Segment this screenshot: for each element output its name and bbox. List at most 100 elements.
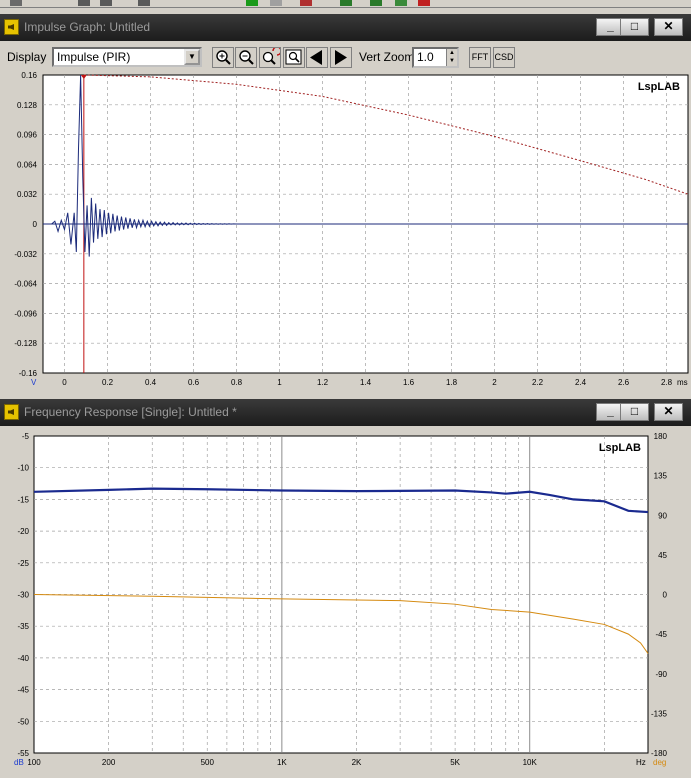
- y2-tick-label: -90: [655, 670, 667, 679]
- y-tick-label: 0.16: [21, 71, 37, 80]
- close-button[interactable]: ✕: [654, 403, 683, 421]
- x-tick-label: 0.6: [188, 378, 200, 387]
- y2-tick-label: -180: [651, 749, 668, 758]
- frequency-chart[interactable]: 100 200 500 1K 2K 5K 10K -5 -10 -15 -20 -25 -30 -35 -4…: [0, 426, 691, 778]
- y-tick-label: -0.032: [14, 250, 37, 259]
- vert-zoom-value: 1.0: [417, 50, 434, 64]
- x-tick-label: 2.8: [661, 378, 673, 387]
- maximize-button[interactable]: □: [620, 18, 649, 36]
- speaker-icon: [4, 19, 19, 35]
- impulse-title: Impulse Graph: Untitled: [24, 20, 151, 34]
- x-tick-label: 1.2: [317, 378, 329, 387]
- y-tick-label: -50: [17, 717, 29, 726]
- y-axis-unit-label: V: [31, 378, 37, 387]
- spin-up-down-icon[interactable]: ▲ ▼: [446, 49, 457, 66]
- x-tick-label: 1K: [277, 758, 287, 767]
- y2-axis-unit-label: deg: [653, 758, 666, 767]
- watermark-label: LspLAB: [599, 442, 641, 454]
- arrow-left-icon: [310, 50, 322, 65]
- zoom-fit-icon: [285, 49, 302, 65]
- x-tick-label: 1.8: [446, 378, 458, 387]
- speaker-icon: [4, 404, 19, 420]
- x-tick-label: 2: [492, 378, 497, 387]
- zoom-fit-button[interactable]: [283, 47, 305, 68]
- close-button[interactable]: ✕: [654, 18, 683, 36]
- top-toolbar-strip: [0, 0, 691, 8]
- y-tick-label: -0.096: [14, 309, 37, 318]
- y-tick-label: -35: [17, 622, 29, 631]
- toolbar-icon[interactable]: [395, 0, 407, 6]
- x-tick-label: 1: [277, 378, 282, 387]
- frequency-titlebar[interactable]: Frequency Response [Single]: Untitled * …: [0, 399, 691, 426]
- csd-button[interactable]: CSD: [493, 47, 515, 68]
- scroll-right-button[interactable]: [330, 47, 352, 68]
- y2-tick-label: 135: [654, 472, 668, 481]
- vert-zoom-input[interactable]: 1.0 ▲ ▼: [412, 47, 459, 68]
- y-tick-label: -55: [17, 749, 29, 758]
- zoom-in-icon: [216, 50, 231, 65]
- y-tick-label: -0.16: [19, 369, 38, 378]
- y-tick-label: -5: [22, 432, 30, 441]
- y-tick-label: 0: [33, 220, 38, 229]
- display-label: Display: [7, 50, 47, 64]
- y2-tick-label: -135: [651, 709, 668, 718]
- y-tick-label: 0.032: [17, 190, 38, 199]
- y2-tick-label: 45: [658, 551, 667, 560]
- y2-tick-label: 180: [654, 432, 668, 441]
- impulse-titlebar[interactable]: Impulse Graph: Untitled _ □ ✕: [0, 14, 691, 41]
- toolbar-icon[interactable]: [78, 0, 90, 6]
- y-tick-label: -20: [17, 527, 29, 536]
- x-tick-label: 0.2: [102, 378, 114, 387]
- toolbar-icon[interactable]: [138, 0, 150, 6]
- zoom-out-button[interactable]: [235, 47, 257, 68]
- arrow-right-icon: [335, 50, 347, 65]
- record-icon[interactable]: [418, 0, 430, 6]
- y-axis-unit-label: dB: [14, 758, 24, 767]
- watermark-label: LspLAB: [638, 81, 680, 93]
- play-icon[interactable]: [246, 0, 258, 6]
- x-tick-label: 1.6: [403, 378, 415, 387]
- toolbar-icon[interactable]: [100, 0, 112, 6]
- y2-tick-label: 90: [658, 511, 667, 520]
- y2-tick-label: 0: [663, 591, 668, 600]
- x-tick-label: 100: [27, 758, 41, 767]
- vert-zoom-label: Vert Zoom: [359, 50, 415, 64]
- y-tick-label: 0.064: [17, 160, 38, 169]
- x-axis-unit-label: ms: [677, 378, 688, 387]
- x-tick-label: 1.4: [360, 378, 372, 387]
- y-tick-label: -25: [17, 559, 29, 568]
- impulse-chart[interactable]: 0 0.2 0.4 0.6 0.8 1 1.2 1.4 1.6 1.8 2 2.2 2.4 2.6 2.8 0…: [0, 71, 691, 406]
- app-root: Impulse Graph: Untitled _ □ ✕ Display Im…: [0, 0, 691, 778]
- impulse-plot-area: 0 0.2 0.4 0.6 0.8 1 1.2 1.4 1.6 1.8 2 2.2 2.4 2.6 2.8 0…: [0, 71, 691, 406]
- impulse-window: Impulse Graph: Untitled _ □ ✕ Display Im…: [0, 14, 691, 406]
- x-tick-label: 10K: [523, 758, 538, 767]
- y-tick-label: -0.064: [14, 280, 37, 289]
- frequency-title: Frequency Response [Single]: Untitled *: [24, 405, 237, 419]
- y-tick-label: -0.128: [14, 339, 37, 348]
- x-tick-label: 2K: [352, 758, 362, 767]
- maximize-button[interactable]: □: [620, 403, 649, 421]
- toolbar-icon[interactable]: [370, 0, 382, 6]
- y-tick-label: 0.128: [17, 101, 38, 110]
- scroll-left-button[interactable]: [306, 47, 328, 68]
- x-tick-label: 0: [62, 378, 67, 387]
- zoom-in-button[interactable]: [212, 47, 234, 68]
- fft-button[interactable]: FFT: [469, 47, 491, 68]
- x-tick-label: 0.4: [145, 378, 157, 387]
- display-select[interactable]: Impulse (PIR) ▼: [52, 47, 202, 67]
- toolbar-icon[interactable]: [300, 0, 312, 6]
- toolbar-icon[interactable]: [340, 0, 352, 6]
- frequency-plot-area: 100 200 500 1K 2K 5K 10K -5 -10 -15 -20 -25 -30 -35 -4…: [0, 426, 691, 778]
- chevron-down-icon[interactable]: ▼: [184, 49, 200, 65]
- frequency-window: Frequency Response [Single]: Untitled * …: [0, 399, 691, 778]
- display-select-value: Impulse (PIR): [57, 50, 131, 64]
- x-axis-unit-label: Hz: [636, 758, 646, 767]
- zoom-refresh-button[interactable]: [259, 46, 282, 68]
- x-tick-label: 200: [102, 758, 116, 767]
- y-tick-label: -30: [17, 591, 29, 600]
- x-tick-label: 500: [201, 758, 215, 767]
- x-tick-label: 2.2: [532, 378, 544, 387]
- toolbar-icon[interactable]: [270, 0, 282, 6]
- x-tick-label: 0.8: [231, 378, 243, 387]
- toolbar-icon[interactable]: [10, 0, 22, 6]
